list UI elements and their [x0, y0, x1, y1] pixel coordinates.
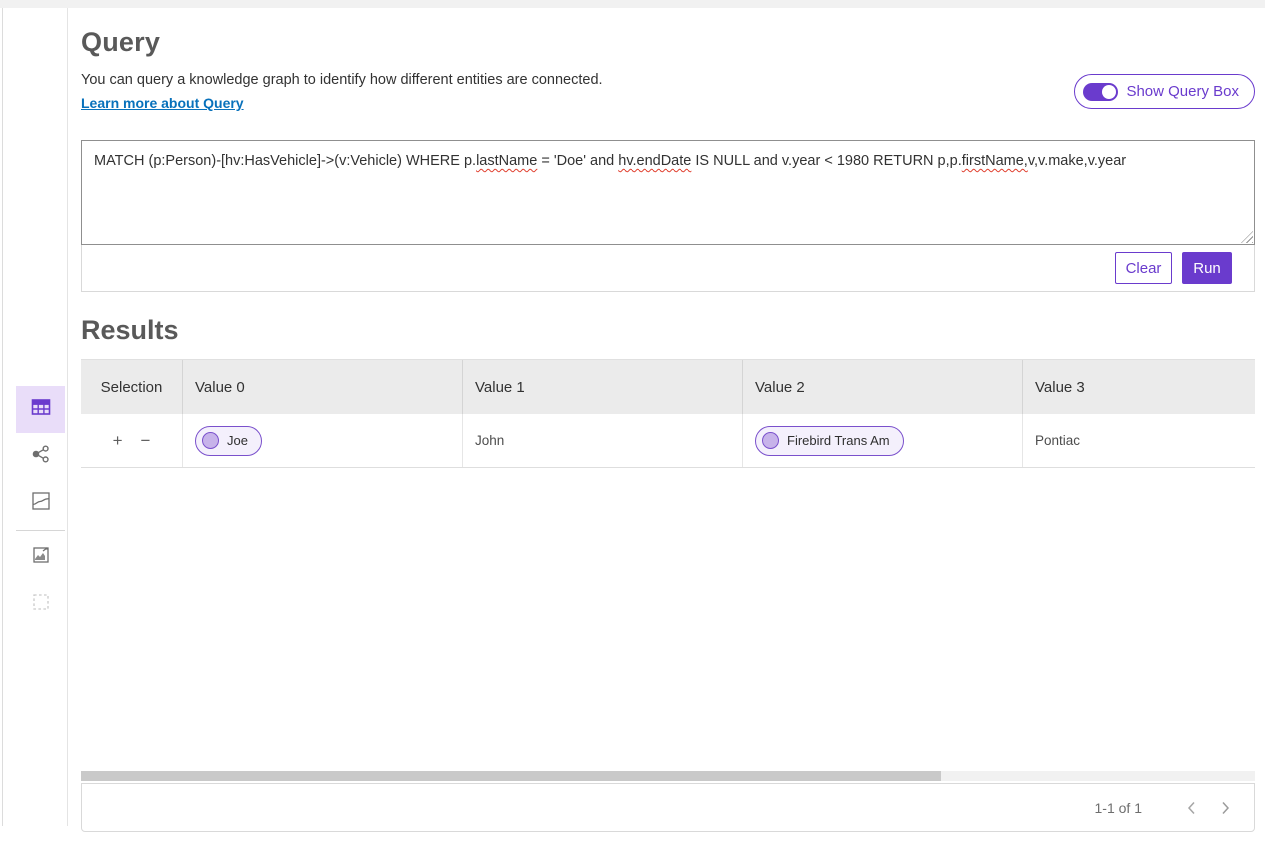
query-box: MATCH (p:Person)-[hv:HasVehicle]->(v:Veh… [81, 140, 1255, 292]
query-text-segment-misspelled: hv.endDate [618, 153, 691, 169]
value2-cell: Firebird Trans Am [742, 414, 1022, 467]
rail-item-selection-tool[interactable] [16, 581, 65, 628]
map-icon [31, 491, 51, 516]
entity-pill-person[interactable]: Joe [195, 426, 262, 456]
cell-text: Pontiac [1035, 433, 1080, 448]
query-text-segment: MATCH (p:Person)-[hv:HasVehicle]->(v:Veh… [94, 153, 476, 169]
learn-more-link[interactable]: Learn more about Query [81, 95, 244, 111]
add-to-selection-button[interactable]: + [113, 432, 123, 449]
rail-item-map-view[interactable] [16, 480, 65, 527]
page-description: You can query a knowledge graph to ident… [81, 72, 603, 88]
rail-item-table-view[interactable] [16, 386, 65, 433]
run-button[interactable]: Run [1182, 252, 1232, 284]
panel-left-border [2, 8, 3, 826]
query-text-segment-misspelled: lastName [476, 153, 537, 169]
value0-cell: Joe [182, 414, 462, 467]
toggle-label: Show Query Box [1126, 83, 1239, 100]
entity-pill-vehicle[interactable]: Firebird Trans Am [755, 426, 904, 456]
query-text-segment: = 'Doe' and [537, 153, 618, 169]
entity-pill-label: Firebird Trans Am [787, 433, 890, 448]
view-switcher-rail [16, 386, 65, 628]
chevron-right-icon [1221, 801, 1230, 815]
add-to-map-icon [31, 545, 51, 570]
clear-button[interactable]: Clear [1115, 252, 1172, 284]
toggle-switch-icon [1083, 83, 1118, 101]
cell-text: John [475, 433, 504, 448]
rail-item-link-chart-view[interactable] [16, 433, 65, 480]
previous-page-button[interactable] [1178, 795, 1204, 821]
query-text-segment: v,v.make,v.year [1028, 153, 1126, 169]
column-header-value2: Value 2 [742, 360, 1022, 414]
entity-pill-label: Joe [227, 433, 248, 448]
results-table: Selection Value 0 Value 1 Value 2 Value … [81, 359, 1255, 468]
query-panel: Query You can query a knowledge graph to… [81, 0, 1255, 849]
page-title: Query [81, 27, 160, 58]
entity-dot-icon [762, 432, 779, 449]
pagination-range: 1-1 of 1 [1095, 800, 1142, 816]
query-text-segment-misspelled: firstName, [962, 153, 1028, 169]
next-page-button[interactable] [1212, 795, 1238, 821]
query-input[interactable]: MATCH (p:Person)-[hv:HasVehicle]->(v:Veh… [81, 140, 1255, 245]
textarea-resize-handle[interactable] [1241, 231, 1253, 243]
show-query-box-toggle[interactable]: Show Query Box [1074, 74, 1255, 109]
table-header-row: Selection Value 0 Value 1 Value 2 Value … [81, 359, 1255, 414]
rail-right-border [67, 8, 68, 826]
query-text-segment: IS NULL and v.year < 1980 RETURN p,p. [691, 153, 961, 169]
column-header-selection: Selection [81, 360, 182, 414]
table-icon [31, 397, 51, 422]
table-row: + − Joe John Firebird Trans Am Pontiac [81, 414, 1255, 468]
rail-divider [16, 530, 65, 531]
chevron-left-icon [1187, 801, 1196, 815]
horizontal-scrollbar-thumb[interactable] [81, 771, 941, 781]
selection-cell: + − [81, 414, 182, 467]
query-actions-bar: Clear Run [81, 245, 1255, 292]
column-header-value0: Value 0 [182, 360, 462, 414]
entity-dot-icon [202, 432, 219, 449]
column-header-value3: Value 3 [1022, 360, 1255, 414]
selection-icon [32, 593, 50, 616]
value3-cell: Pontiac [1022, 414, 1255, 467]
horizontal-scrollbar-track[interactable] [81, 771, 1255, 781]
remove-from-selection-button[interactable]: − [141, 432, 151, 449]
value1-cell: John [462, 414, 742, 467]
pagination-bar: 1-1 of 1 [81, 783, 1255, 832]
link-chart-icon [31, 444, 51, 469]
column-header-value1: Value 1 [462, 360, 742, 414]
rail-item-add-to-map[interactable] [16, 534, 65, 581]
results-title: Results [81, 315, 179, 346]
